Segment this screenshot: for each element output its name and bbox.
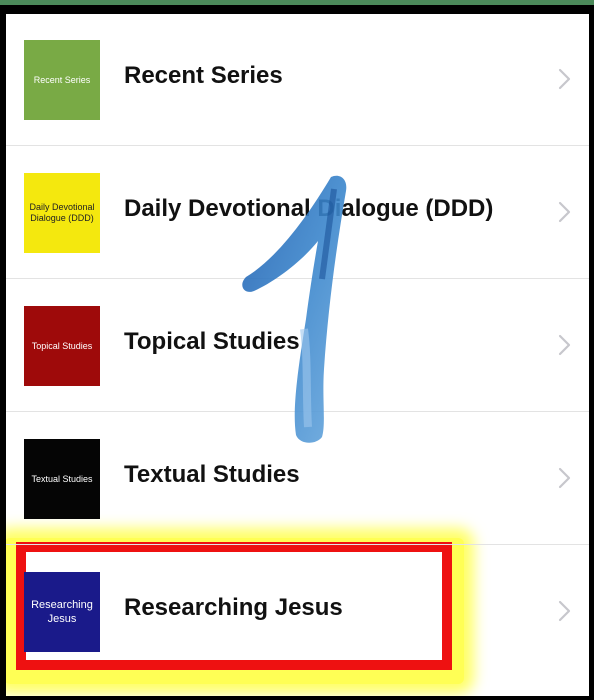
thumbnail-recent-series: Recent Series — [24, 40, 100, 120]
thumbnail-label: Topical Studies — [31, 340, 93, 351]
thumbnail-researching-jesus: Researching Jesus — [24, 572, 100, 652]
list-item-label: Daily Devotional Dialogue (DDD) — [124, 195, 494, 222]
chevron-right-icon — [558, 600, 571, 622]
list-item-textual-studies[interactable]: Textual Studies Textual Studies — [6, 413, 589, 545]
list-item-recent-series[interactable]: Recent Series Recent Series — [6, 14, 589, 146]
thumbnail-label: Daily Devotional Dialogue (DDD) — [29, 202, 95, 223]
chevron-right-icon — [558, 201, 571, 223]
thumbnail-topical-studies: Topical Studies — [24, 306, 100, 386]
thumbnail-daily-devotional-dialogue: Daily Devotional Dialogue (DDD) — [24, 173, 100, 253]
list-item-researching-jesus[interactable]: Researching Jesus Researching Jesus — [6, 546, 589, 678]
list-item-daily-devotional-dialogue[interactable]: Daily Devotional Dialogue (DDD) Daily De… — [6, 147, 589, 279]
chevron-right-icon — [558, 68, 571, 90]
list-item-label: Recent Series — [124, 62, 283, 89]
thumbnail-label: Researching Jesus — [31, 599, 93, 625]
series-list-screen: Recent Series Recent Series Daily Devoti… — [6, 14, 589, 696]
thumbnail-textual-studies: Textual Studies — [24, 439, 100, 519]
thumbnail-label: Textual Studies — [31, 473, 93, 484]
chevron-right-icon — [558, 334, 571, 356]
list-item-topical-studies[interactable]: Topical Studies Topical Studies — [6, 280, 589, 412]
list-item-label: Researching Jesus — [124, 594, 343, 621]
chevron-right-icon — [558, 467, 571, 489]
list-item-label: Topical Studies — [124, 328, 300, 355]
top-accent-strip — [0, 0, 594, 5]
list-item-label: Textual Studies — [124, 461, 300, 488]
thumbnail-label: Recent Series — [33, 74, 91, 85]
